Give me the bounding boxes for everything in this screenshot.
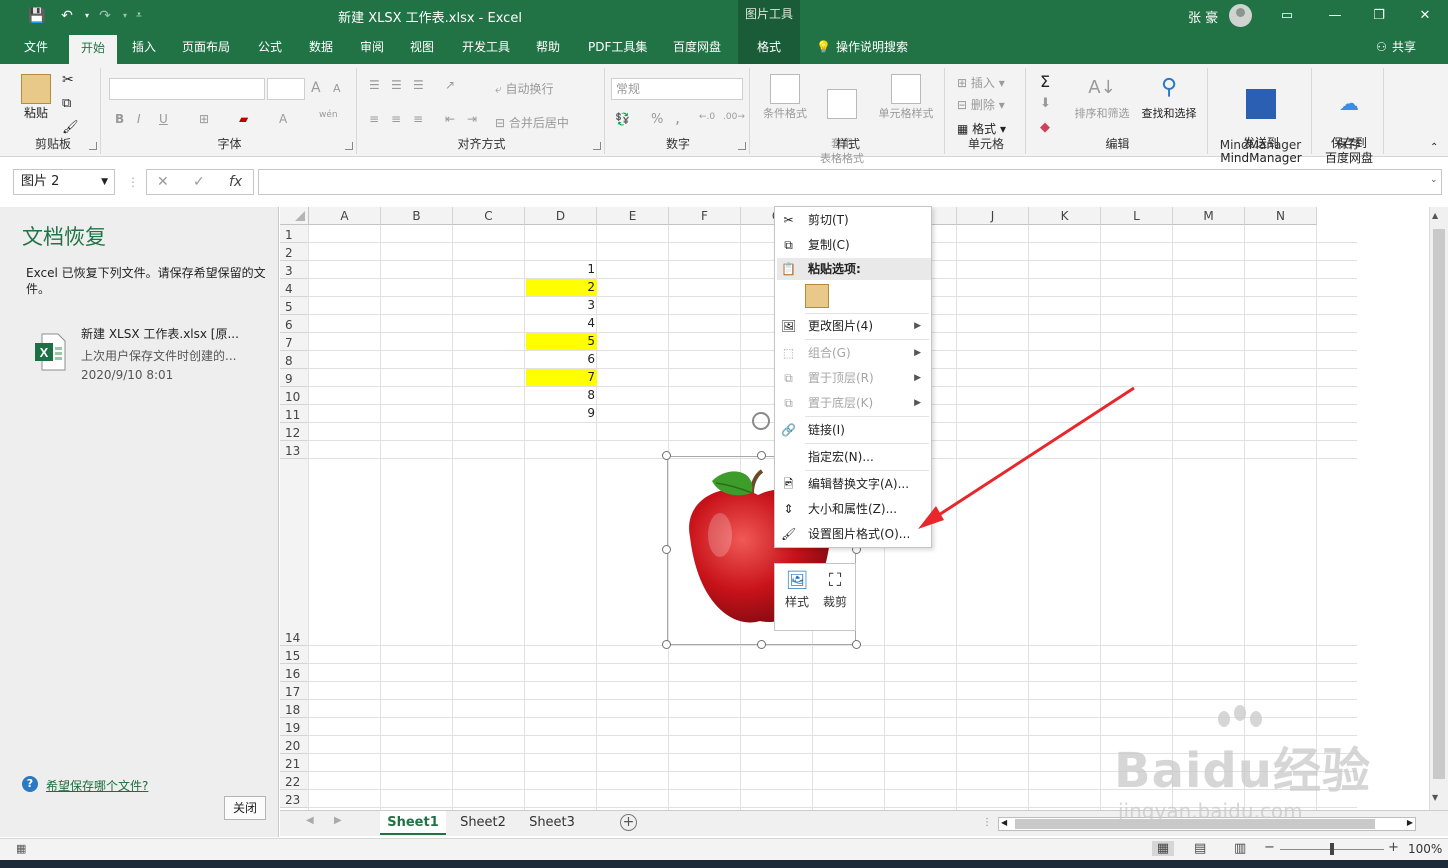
tab-splitter-icon[interactable]: ⋮	[982, 817, 992, 828]
normal-view-icon[interactable]: ▦	[1152, 841, 1174, 856]
taskbar	[0, 860, 1448, 868]
watermark-url: jingyan.baidu.com	[1118, 799, 1303, 823]
page-layout-view-icon[interactable]: ▤	[1194, 841, 1206, 856]
add-sheet-icon[interactable]: +	[620, 814, 637, 831]
zoom-level[interactable]: 100%	[1408, 842, 1442, 856]
scroll-left-icon[interactable]: ◀	[1001, 818, 1007, 827]
sheet-tab-sheet1[interactable]: Sheet1	[380, 811, 446, 835]
sheet-tab-sheet2[interactable]: Sheet2	[448, 811, 518, 835]
macro-record-icon[interactable]: ▦	[16, 842, 26, 855]
zoom-in-icon[interactable]: +	[1388, 840, 1399, 855]
sheet-tab-sheet3[interactable]: Sheet3	[518, 811, 586, 835]
zoom-slider-thumb[interactable]	[1330, 843, 1334, 855]
prev-sheet-icon[interactable]: ◀	[306, 815, 314, 826]
next-sheet-icon[interactable]: ▶	[334, 815, 342, 826]
page-break-view-icon[interactable]: ▥	[1234, 841, 1246, 856]
zoom-out-icon[interactable]: −	[1264, 840, 1275, 855]
watermark-brand: Baidu经验	[1114, 743, 1371, 799]
status-bar: ▦ ▦ ▤ ▥ − + 100%	[0, 838, 1448, 860]
baidu-watermark: Baidu经验 jingyan.baidu.com	[1100, 705, 1430, 825]
